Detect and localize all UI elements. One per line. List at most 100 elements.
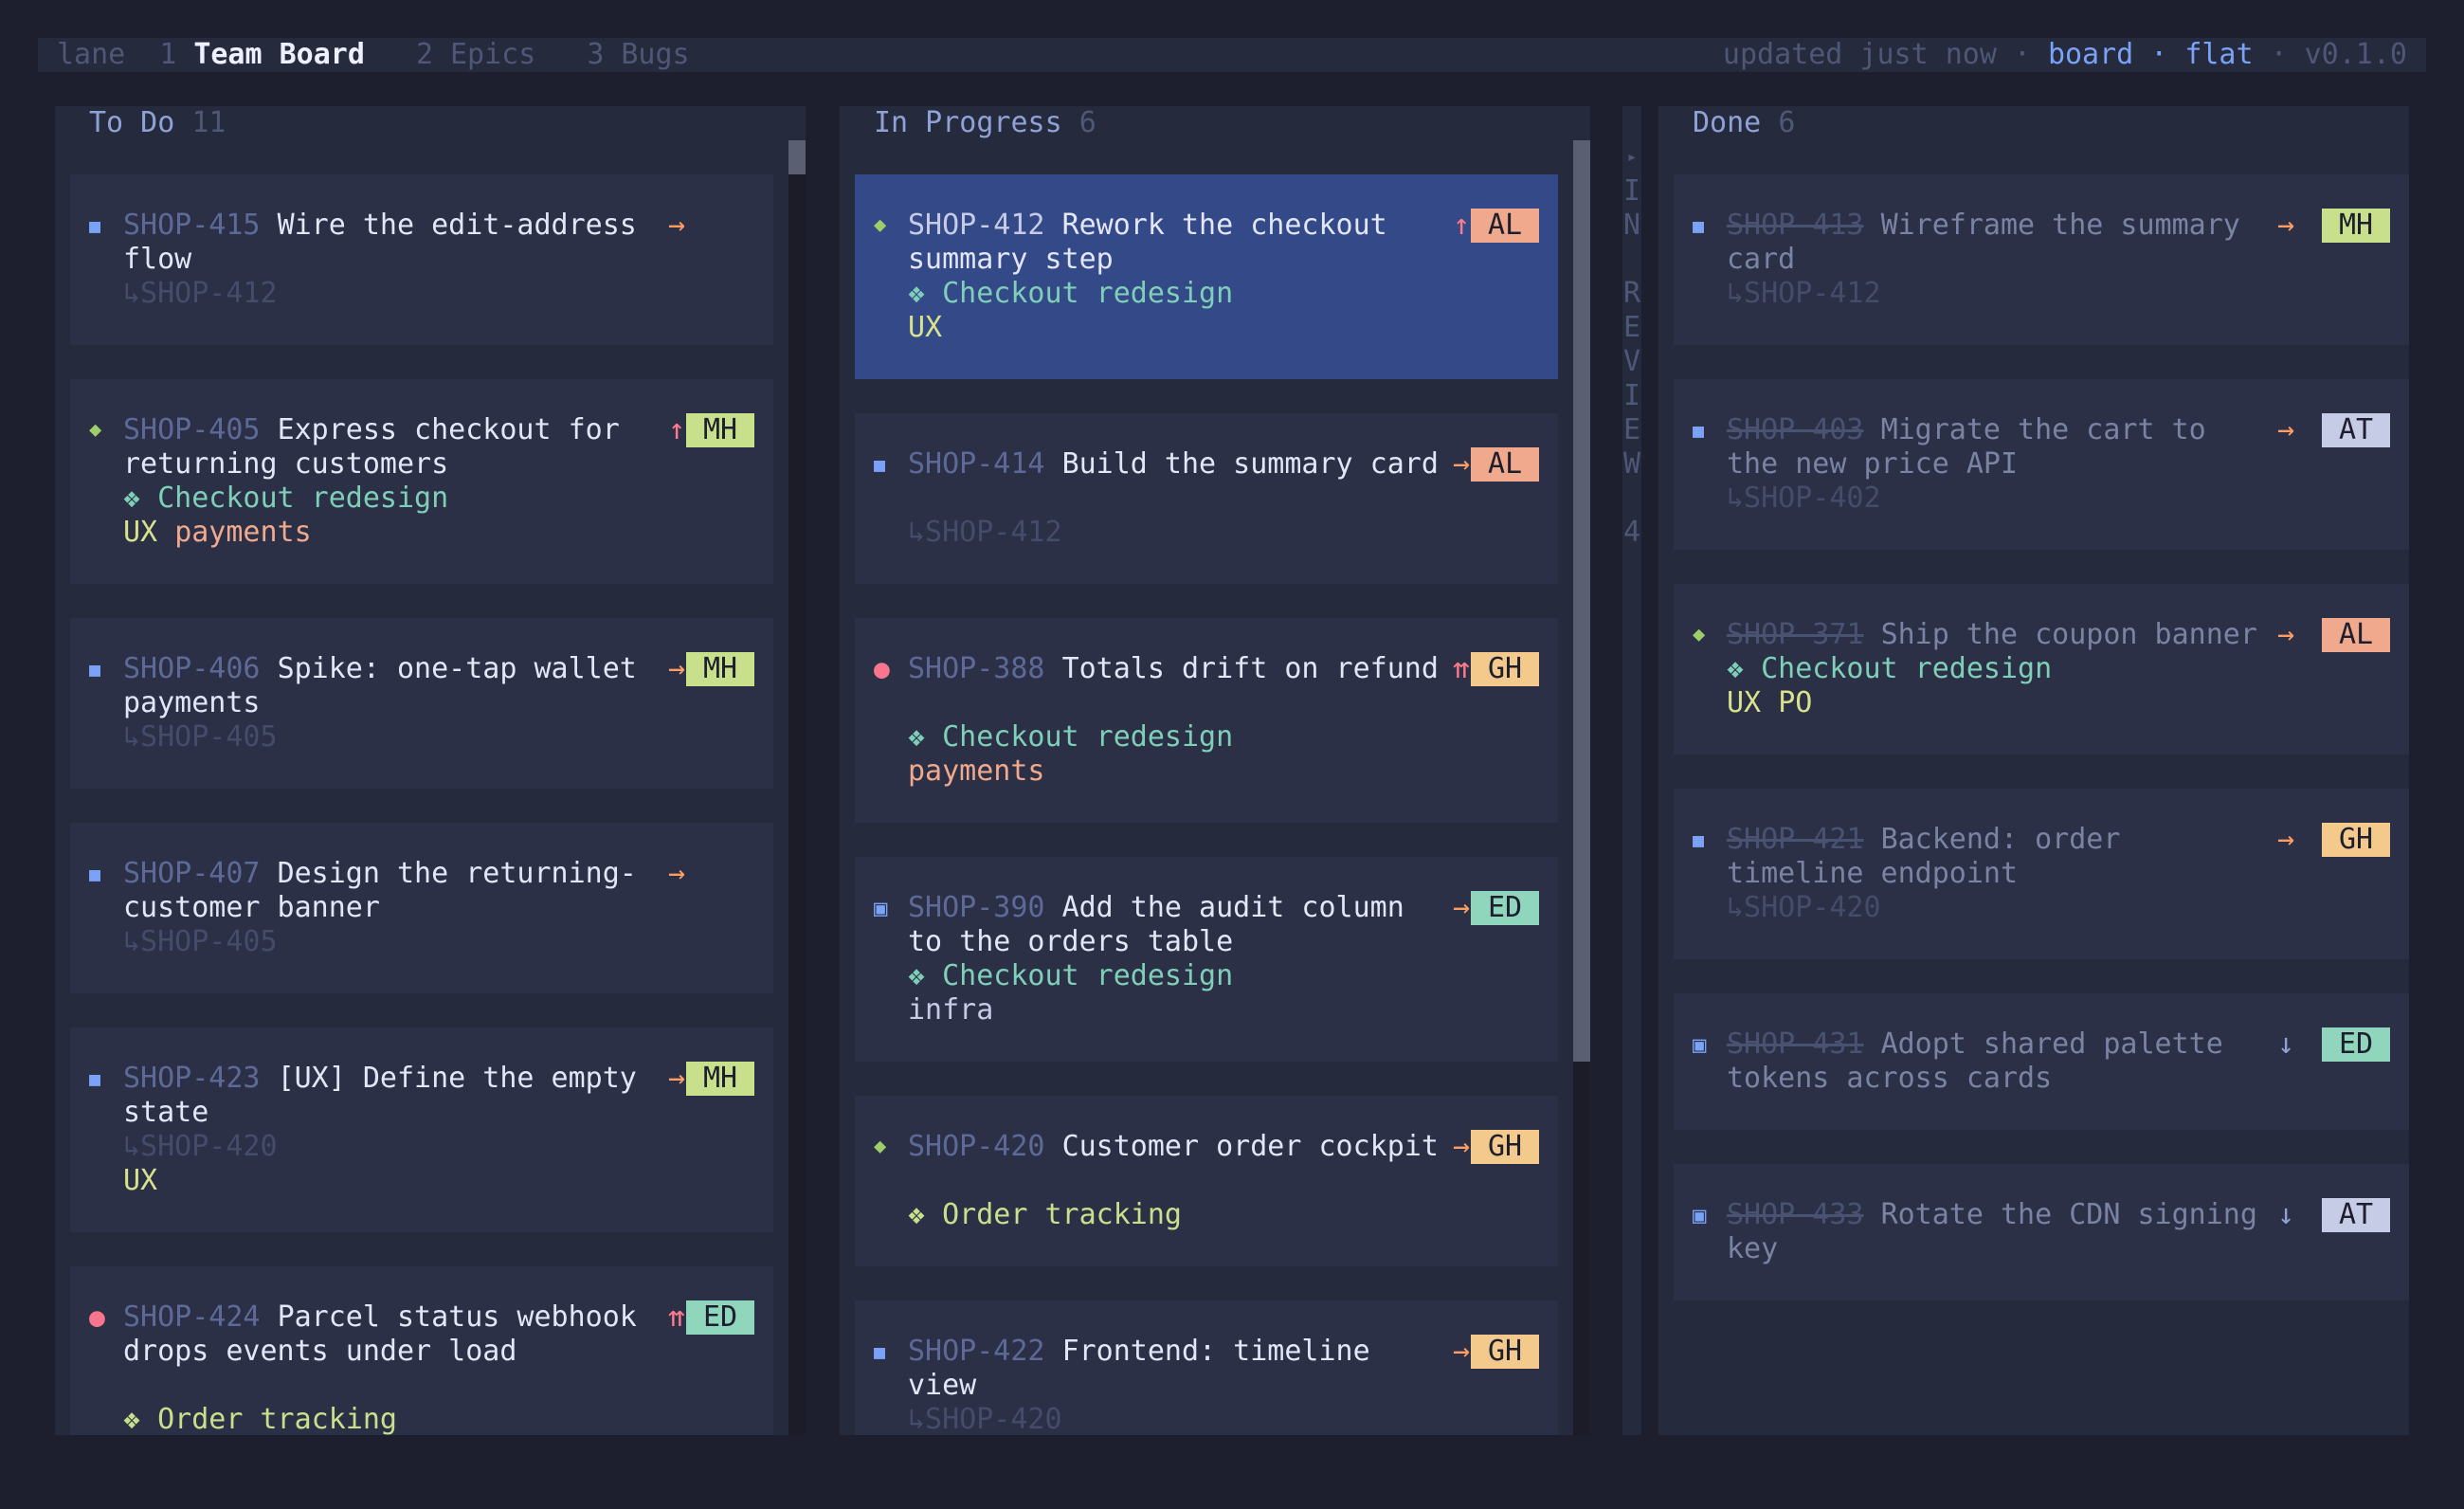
status-area: updated just now · board · flat · v0.1.0 — [1723, 38, 2426, 72]
column-label-char: V — [1622, 345, 1641, 378]
card-title-cont: to the orders table — [908, 925, 1234, 958]
epic-link[interactable]: ❖ Checkout redesign — [1727, 652, 2052, 686]
card-shop-414[interactable]: ■ SHOP-414 Build the summary card → AL ↳SHO… — [855, 413, 1558, 584]
card-title: Totals drift on refund — [1061, 652, 1439, 685]
card-title: Spike: one-tap wallet — [277, 652, 637, 685]
issue-key: SHOP-390 — [908, 891, 1045, 924]
card-title: Customer order cockpit — [1061, 1130, 1439, 1163]
epic-link[interactable]: ❖ Order tracking — [123, 1403, 397, 1435]
card-shop-420[interactable]: ◆ SHOP-420 Customer order cockpit → GH ❖ Or… — [855, 1096, 1558, 1266]
assignee-badge: AL — [1471, 447, 1539, 482]
epic-link[interactable]: ❖ Checkout redesign — [908, 277, 1233, 311]
label-tag: payments — [908, 754, 1045, 788]
card-title: Parcel status webhook — [277, 1300, 637, 1334]
epic-icon: ◆ — [1693, 623, 1706, 646]
parent-link[interactable]: ↳SHOP-412 — [123, 277, 278, 311]
parent-link[interactable]: ↳SHOP-402 — [1727, 482, 1881, 516]
card-title: Express checkout for — [277, 413, 620, 446]
parent-link[interactable]: ↳SHOP-420 — [908, 1403, 1062, 1435]
column-header-in-progress: In Progress 6 — [874, 106, 1096, 139]
parent-link[interactable]: ↳SHOP-420 — [1727, 891, 1881, 925]
card-title-cont: key — [1727, 1232, 1779, 1265]
layout-mode-toggle[interactable]: flat — [2184, 38, 2253, 72]
label-tag: infra — [908, 993, 994, 1027]
card-title: Wire the edit-address — [277, 209, 637, 242]
epic-link[interactable]: ❖ Checkout redesign — [908, 720, 1233, 754]
card-shop-431[interactable]: ▣ SHOP-431 Adopt shared palette ↓ ED tokens… — [1674, 993, 2409, 1130]
epic-icon: ◆ — [874, 213, 887, 237]
story-icon: ■ — [1693, 214, 1705, 237]
column-label-char: E — [1622, 413, 1641, 446]
bug-icon: ● — [89, 1301, 105, 1333]
epic-link[interactable]: ❖ Order tracking — [908, 1198, 1182, 1232]
card-title: Rotate the CDN signing — [1880, 1198, 2257, 1231]
issue-key: SHOP-421 — [1727, 823, 1864, 856]
epic-link[interactable]: ❖ Checkout redesign — [123, 482, 448, 516]
card-shop-407[interactable]: ■ SHOP-407 Design the returning- → custome… — [70, 823, 773, 993]
parent-link[interactable]: ↳SHOP-405 — [123, 925, 278, 959]
column-label-char: N — [1622, 209, 1641, 242]
column-label-char: E — [1622, 311, 1641, 344]
card-shop-424[interactable]: ● SHOP-424 Parcel status webhook ⇈ ED drops… — [70, 1266, 773, 1435]
app-name: lane — [57, 38, 126, 71]
update-status: updated just now — [1722, 38, 1997, 71]
scrollbar-thumb[interactable] — [788, 140, 806, 174]
card-shop-433[interactable]: ▣ SHOP-433 Rotate the CDN signing ↓ AT key — [1674, 1164, 2409, 1300]
card-title: Adopt shared palette — [1880, 1027, 2223, 1061]
issue-key: SHOP-371 — [1727, 618, 1864, 651]
assignee-badge: AL — [2322, 618, 2390, 652]
assignee-badge: MH — [686, 652, 754, 686]
card-shop-388[interactable]: ● SHOP-388 Totals drift on refund ⇈ GH ❖ Ch… — [855, 618, 1558, 823]
card-shop-413[interactable]: ■ SHOP-413 Wireframe the summary → MH card … — [1674, 174, 2409, 345]
scrollbar-thumb[interactable] — [1573, 140, 1590, 1062]
parent-link[interactable]: ↳SHOP-420 — [123, 1130, 278, 1164]
card-title: Backend: order — [1880, 823, 2121, 856]
parent-link[interactable]: ↳SHOP-412 — [1727, 277, 1881, 311]
label-tag: UX — [123, 516, 158, 549]
parent-link[interactable]: ↳SHOP-405 — [123, 720, 278, 754]
card-shop-390[interactable]: ▣ SHOP-390 Add the audit column → ED to the… — [855, 857, 1558, 1062]
assignee-badge: ED — [686, 1300, 754, 1335]
separator: · — [2270, 38, 2288, 71]
priority-medium-icon: → — [2276, 618, 2295, 651]
card-title: [UX] Define the empty — [277, 1062, 637, 1095]
issue-key: SHOP-431 — [1727, 1027, 1864, 1061]
scrollbar-in-progress[interactable] — [1573, 140, 1590, 1435]
issue-key: SHOP-413 — [1727, 209, 1864, 242]
card-title-cont: returning customers — [123, 447, 449, 481]
separator: · — [2150, 38, 2168, 71]
card-shop-415[interactable]: ■ SHOP-415 Wire the edit-address → flow ↳S… — [70, 174, 773, 345]
card-shop-403[interactable]: ■ SHOP-403 Migrate the cart to → AT the new… — [1674, 379, 2409, 550]
column-label-char: W — [1622, 447, 1641, 481]
tab-epics[interactable]: 2 Epics — [416, 38, 535, 72]
tab-bugs[interactable]: 3 Bugs — [587, 38, 689, 72]
card-shop-421[interactable]: ■ SHOP-421 Backend: order → GH timeline end… — [1674, 789, 2409, 959]
parent-link[interactable]: ↳SHOP-412 — [908, 516, 1062, 550]
story-icon: ■ — [89, 658, 101, 681]
issue-key: SHOP-423 — [123, 1062, 261, 1095]
tab-team-board[interactable]: 1 Team Board — [159, 38, 365, 72]
card-shop-422[interactable]: ■ SHOP-422 Frontend: timeline → GH view ↳SH… — [855, 1300, 1558, 1435]
card-title-cont: customer banner — [123, 891, 380, 924]
column-in-review-collapsed[interactable]: ▸ I N R E V I E W 4 — [1622, 106, 1641, 1435]
card-shop-406[interactable]: ■ SHOP-406 Spike: one-tap wallet → MH payme… — [70, 618, 773, 789]
epic-link[interactable]: ❖ Checkout redesign — [908, 959, 1233, 993]
scrollbar-todo[interactable] — [788, 140, 806, 1435]
label-tag: payments — [174, 516, 312, 549]
priority-medium-icon: → — [667, 857, 686, 890]
view-mode-toggle[interactable]: board — [2048, 38, 2133, 72]
issue-key: SHOP-388 — [908, 652, 1045, 685]
card-shop-423[interactable]: ■ SHOP-423 [UX] Define the empty → MH state… — [70, 1027, 773, 1232]
card-shop-412[interactable]: ◆ SHOP-412 Rework the checkout ↑ AL summary… — [855, 174, 1558, 379]
version-label: v0.1.0 — [2304, 38, 2407, 71]
expand-arrow-icon[interactable]: ▸ — [1622, 140, 1641, 174]
card-shop-405[interactable]: ◆ SHOP-405 Express checkout for ↑ MH return… — [70, 379, 773, 584]
issue-key: SHOP-405 — [123, 413, 261, 446]
bug-icon: ● — [874, 653, 890, 684]
label-tag: UX — [908, 311, 943, 344]
card-shop-371[interactable]: ◆ SHOP-371 Ship the coupon banner → AL ❖ Ch… — [1674, 584, 2409, 754]
issue-key: SHOP-420 — [908, 1130, 1045, 1163]
assignee-badge: GH — [1471, 1130, 1539, 1164]
issue-key: SHOP-433 — [1727, 1198, 1864, 1231]
card-title-cont: card — [1727, 243, 1796, 276]
